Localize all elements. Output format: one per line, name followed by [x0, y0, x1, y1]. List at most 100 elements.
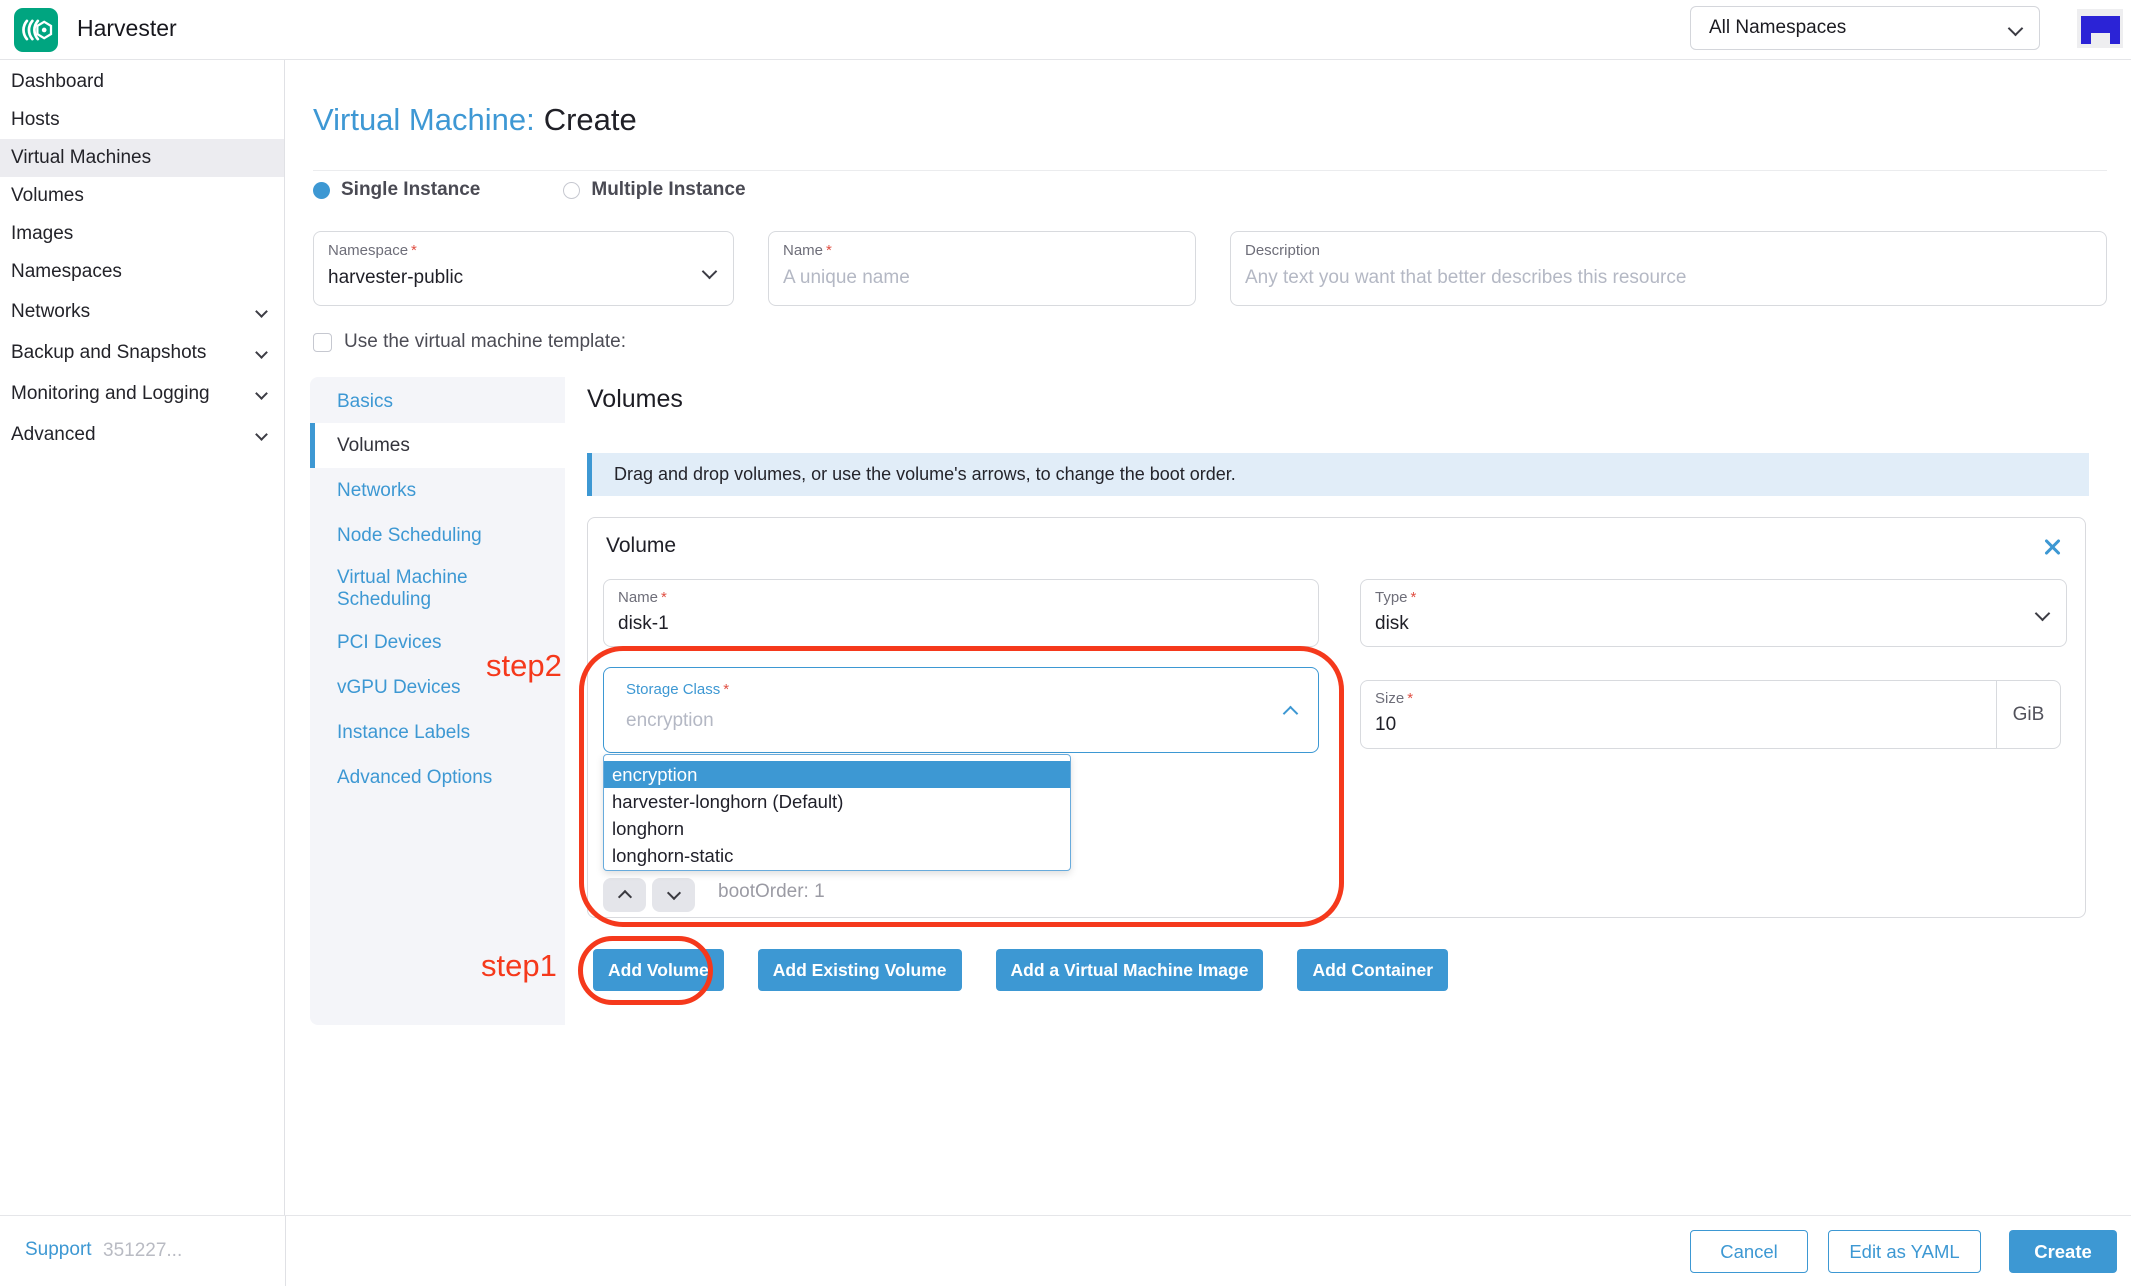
storage-class-select[interactable]: Storage Class * encryption	[603, 667, 1319, 753]
volume-actions: Add Volume Add Existing Volume Add a Vir…	[593, 949, 1449, 991]
app-header: Harvester All Namespaces	[0, 0, 2131, 60]
volume-name-label: Name	[618, 589, 659, 606]
user-avatar[interactable]	[2077, 9, 2123, 48]
description-placeholder: Any text you want that better describes …	[1245, 267, 1687, 288]
close-icon[interactable]	[2041, 536, 2063, 558]
tab-instance-labels[interactable]: Instance Labels	[310, 710, 565, 755]
tab-volumes[interactable]: Volumes	[310, 423, 565, 468]
volume-size-value: 10	[1375, 714, 1397, 735]
required-marker: *	[661, 589, 667, 606]
description-input-field[interactable]: Description Any text you want that bette…	[1230, 231, 2107, 306]
boot-order-down-button[interactable]	[652, 878, 695, 912]
storage-class-label: Storage Class	[626, 681, 721, 698]
sidebar-item-backup-and-snapshots[interactable]: Backup and Snapshots	[0, 332, 284, 373]
volumes-section-heading: Volumes	[587, 385, 683, 413]
sidebar: Dashboard Hosts Virtual Machines Volumes…	[0, 60, 285, 1215]
tab-pci-devices[interactable]: PCI Devices	[310, 620, 565, 665]
add-vm-image-button[interactable]: Add a Virtual Machine Image	[995, 949, 1264, 991]
use-template-checkbox[interactable]: Use the virtual machine template:	[313, 331, 626, 353]
volume-size-label: Size	[1375, 690, 1405, 707]
volumes-tab-content: Volumes Drag and drop volumes, or use th…	[565, 377, 2107, 1025]
boot-order-up-button[interactable]	[603, 878, 646, 912]
footer-bar: Support 351227... Cancel Edit as YAML Cr…	[0, 1215, 2131, 1286]
tab-advanced-options[interactable]: Advanced Options	[310, 755, 565, 800]
required-marker: *	[826, 242, 832, 259]
chevron-up-icon	[1282, 705, 1299, 722]
sidebar-item-hosts[interactable]: Hosts	[0, 101, 284, 139]
volume-type-label: Type	[1375, 589, 1408, 606]
use-template-label: Use the virtual machine template:	[344, 331, 626, 352]
namespace-select-field[interactable]: Namespace * harvester-public	[313, 231, 734, 306]
name-placeholder: A unique name	[783, 267, 910, 288]
tab-basics[interactable]: Basics	[310, 381, 565, 423]
create-button[interactable]: Create	[2009, 1230, 2117, 1273]
name-label: Name	[783, 242, 824, 259]
sidebar-item-networks[interactable]: Networks	[0, 291, 284, 332]
storage-class-placeholder: encryption	[626, 710, 714, 731]
namespace-label: Namespace	[328, 242, 409, 259]
size-unit: GiB	[1996, 681, 2060, 748]
chevron-down-icon	[2007, 20, 2024, 36]
chevron-down-icon	[255, 346, 268, 359]
volume-name-field[interactable]: Name * disk-1	[603, 579, 1319, 647]
description-label: Description	[1245, 242, 1321, 259]
volume-type-select[interactable]: Type * disk	[1360, 579, 2067, 647]
app-title: Harvester	[77, 15, 177, 41]
required-marker: *	[1410, 589, 1417, 606]
volume-name-value: disk-1	[618, 613, 669, 634]
support-link[interactable]: Support	[25, 1239, 92, 1261]
required-marker: *	[723, 681, 730, 698]
avatar-image	[2081, 16, 2120, 33]
harvester-logo-icon	[22, 19, 53, 41]
radio-multiple-instance[interactable]: Multiple Instance	[563, 179, 746, 201]
volume-card: Volume Name * disk-1 Type * disk Storage C…	[587, 517, 2086, 918]
page-title: Virtual Machine: Create	[313, 102, 637, 138]
sidebar-item-virtual-machines[interactable]: Virtual Machines	[0, 139, 284, 177]
chevron-down-icon	[2034, 605, 2051, 622]
volume-type-value: disk	[1375, 613, 1409, 634]
page-title-action: Create	[543, 102, 637, 137]
chevron-up-icon	[617, 889, 632, 905]
tab-networks[interactable]: Networks	[310, 468, 565, 513]
harvester-logo[interactable]	[14, 8, 58, 52]
storage-class-option-encryption[interactable]: encryption	[604, 761, 1070, 788]
namespace-filter-select[interactable]: All Namespaces	[1690, 6, 2040, 50]
add-container-button[interactable]: Add Container	[1297, 949, 1449, 991]
namespace-value: harvester-public	[328, 267, 464, 288]
chevron-down-icon	[666, 885, 681, 901]
sidebar-item-images[interactable]: Images	[0, 215, 284, 253]
chevron-down-icon	[701, 263, 718, 280]
storage-class-option-longhorn[interactable]: longhorn	[604, 815, 1070, 842]
volume-card-title: Volume	[606, 534, 677, 557]
tab-virtual-machine-scheduling[interactable]: Virtual Machine Scheduling	[310, 558, 565, 620]
add-volume-button[interactable]: Add Volume	[593, 949, 724, 991]
tab-vgpu-devices[interactable]: vGPU Devices	[310, 665, 565, 710]
sidebar-item-volumes[interactable]: Volumes	[0, 177, 284, 215]
tab-node-scheduling[interactable]: Node Scheduling	[310, 513, 565, 558]
page-title-resource: Virtual Machine:	[313, 102, 535, 137]
vm-create-panel: Basics Volumes Networks Node Scheduling …	[310, 377, 2107, 1025]
storage-class-dropdown: encryption harvester-longhorn (Default) …	[603, 754, 1071, 871]
volume-size-field[interactable]: Size * 10 GiB	[1360, 680, 2061, 749]
required-marker: *	[1407, 690, 1414, 707]
radio-unselected-icon	[563, 181, 581, 199]
tab-column: Basics Volumes Networks Node Scheduling …	[310, 377, 565, 1025]
radio-single-instance[interactable]: Single Instance	[313, 179, 480, 201]
sidebar-item-namespaces[interactable]: Namespaces	[0, 253, 284, 291]
sidebar-item-monitoring-and-logging[interactable]: Monitoring and Logging	[0, 373, 284, 414]
boot-order-info-banner: Drag and drop volumes, or use the volume…	[587, 453, 2089, 496]
name-input-field[interactable]: Name * A unique name	[768, 231, 1196, 306]
namespace-filter-value: All Namespaces	[1709, 17, 1847, 38]
add-existing-volume-button[interactable]: Add Existing Volume	[757, 949, 962, 991]
chevron-down-icon	[255, 387, 268, 400]
edit-as-yaml-button[interactable]: Edit as YAML	[1828, 1230, 1981, 1273]
sidebar-item-advanced[interactable]: Advanced	[0, 414, 284, 455]
divider	[285, 1216, 286, 1286]
storage-class-option-harvester-longhorn[interactable]: harvester-longhorn (Default)	[604, 788, 1070, 815]
sidebar-item-dashboard[interactable]: Dashboard	[0, 63, 284, 101]
cancel-button[interactable]: Cancel	[1690, 1230, 1808, 1273]
storage-class-option-longhorn-static[interactable]: longhorn-static	[604, 842, 1070, 869]
chevron-down-icon	[255, 428, 268, 441]
chevron-down-icon	[255, 305, 268, 318]
divider	[313, 170, 2107, 171]
